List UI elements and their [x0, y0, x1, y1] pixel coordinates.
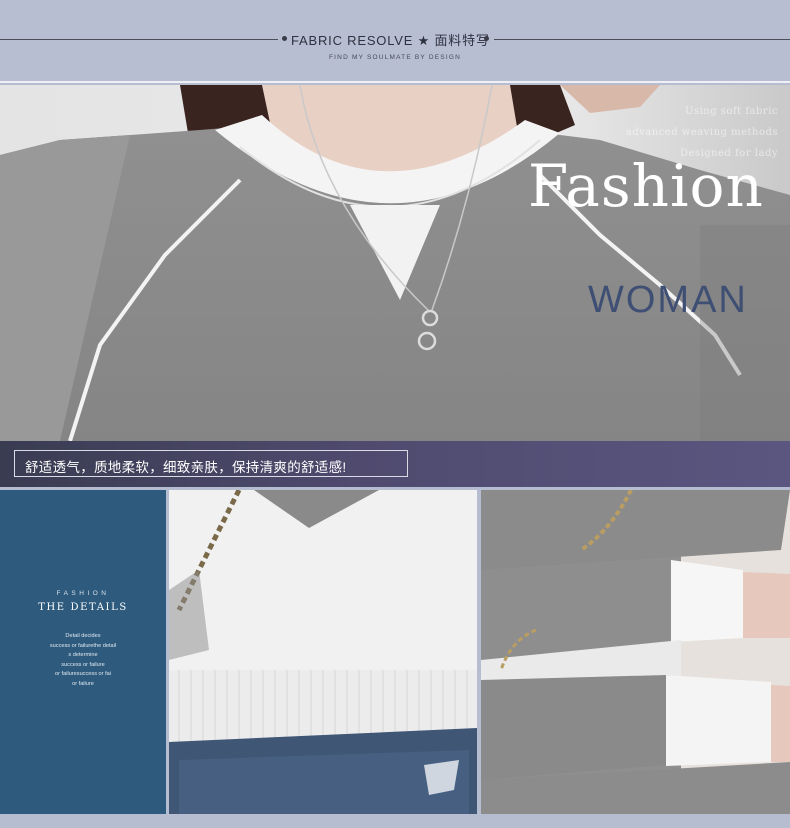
- caption-text: 舒适透气，质地柔软，细致亲肤，保持清爽的舒适感!: [25, 460, 347, 475]
- hero-headline: Fashion: [528, 152, 764, 220]
- details-body: Detail decides success or failurethe det…: [0, 632, 166, 689]
- header-divider-right: [494, 39, 790, 40]
- details-line: Detail decides: [65, 633, 101, 639]
- section-title: FABRIC RESOLVE ★ 面料特写: [291, 33, 490, 48]
- header-rule: [0, 81, 790, 83]
- page-header: FABRIC RESOLVE ★ 面料特写 FIND MY SOULMATE B…: [0, 0, 790, 83]
- details-line: or failure: [72, 680, 94, 687]
- hero-copy-line: Using soft fabric: [685, 106, 778, 117]
- sweater-hem-illustration: [169, 490, 477, 814]
- hero-photo: Using soft fabric advanced weaving metho…: [0, 85, 790, 441]
- hero-subheadline: WOMAN: [588, 279, 748, 321]
- caption-box: 舒适透气，质地柔软，细致亲肤，保持清爽的舒适感!: [14, 450, 408, 477]
- details-line: success or failurethe detail: [49, 642, 117, 649]
- details-line: or failuresuccess or fai: [55, 671, 111, 677]
- header-divider-left: [0, 39, 278, 40]
- details-line: success or failure: [61, 661, 105, 668]
- section-subtitle: FIND MY SOULMATE BY DESIGN: [329, 54, 461, 61]
- hero-copy-line: advanced weaving methods: [625, 127, 778, 138]
- header-dot-right: [484, 36, 489, 41]
- detail-photo-cuff: [481, 490, 790, 814]
- detail-photo-hem: [169, 490, 477, 814]
- details-title: THE DETAILS: [38, 602, 128, 613]
- details-line: s determine: [68, 652, 98, 658]
- details-panel: FASHION THE DETAILS Detail decides succe…: [0, 490, 166, 814]
- details-kicker: FASHION: [56, 590, 110, 597]
- sweater-cuff-illustration: [481, 490, 790, 814]
- header-dot-left: [282, 36, 287, 41]
- bottom-band: [0, 814, 790, 828]
- caption-bar: 舒适透气，质地柔软，细致亲肤，保持清爽的舒适感!: [0, 441, 790, 487]
